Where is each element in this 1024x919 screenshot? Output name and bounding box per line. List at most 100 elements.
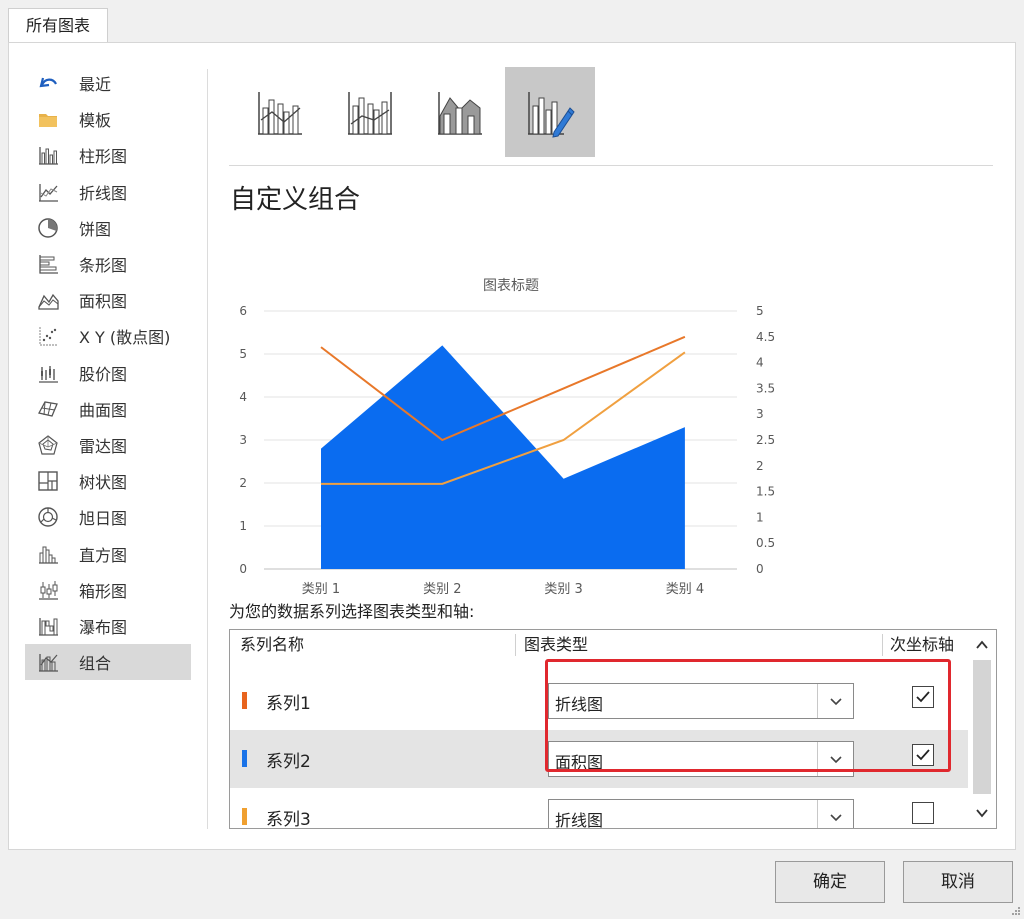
secondary-y-axis-tick-label: 0.5 — [756, 536, 775, 550]
secondary-y-axis-tick-label: 0 — [756, 562, 764, 576]
box-whisker-chart-icon — [35, 577, 61, 603]
chevron-up-icon[interactable] — [975, 638, 989, 652]
sidebar-item-label: 组合 — [79, 654, 112, 674]
sidebar-item-label: 条形图 — [79, 256, 128, 276]
vertical-divider — [207, 69, 208, 829]
sidebar-item-label: 雷达图 — [79, 436, 128, 456]
sidebar-item[interactable]: 旭日图 — [25, 499, 191, 535]
sidebar-item[interactable]: 曲面图 — [25, 391, 191, 427]
checkmark-icon — [916, 691, 930, 703]
chart-type-sidebar: 最近模板柱形图折线图饼图条形图面积图 X Y (散点图) 股价图曲面图雷达图树状图旭… — [25, 65, 191, 681]
sidebar-item[interactable]: 面积图 — [25, 282, 191, 318]
waterfall-chart-icon — [35, 613, 61, 639]
chart-type-value: 面积图 — [555, 753, 604, 772]
chevron-down-icon[interactable] — [975, 806, 989, 820]
series-name: 系列1 — [266, 694, 311, 714]
table-row[interactable]: 系列2 面积图 — [230, 730, 968, 788]
sunburst-chart-icon — [35, 504, 61, 530]
secondary-axis-checkbox[interactable] — [912, 686, 934, 708]
sidebar-item[interactable]: 组合 — [25, 644, 191, 681]
ok-button[interactable]: 确定 — [775, 861, 885, 903]
custom-combination-button[interactable] — [505, 67, 595, 157]
chevron-down-icon — [829, 756, 842, 764]
sidebar-item[interactable]: 雷达图 — [25, 427, 191, 463]
sidebar-item-label: 模板 — [79, 111, 112, 131]
resize-grip-icon[interactable] — [1011, 906, 1021, 916]
table-scrollbar[interactable] — [968, 630, 996, 828]
scroll-thumb[interactable] — [973, 660, 991, 794]
y-axis-tick-label: 1 — [239, 519, 247, 533]
secondary-axis-checkbox[interactable] — [912, 802, 934, 824]
clustered-column-line-secondary-button[interactable] — [325, 67, 415, 157]
y-axis-tick-label: 3 — [239, 433, 247, 447]
dropdown-button[interactable] — [817, 800, 853, 828]
area-chart-icon — [35, 287, 61, 313]
sidebar-item-label: 柱形图 — [79, 147, 128, 167]
sidebar-item[interactable]: 柱形图 — [25, 137, 191, 173]
sidebar-item-label: 瀑布图 — [79, 617, 128, 637]
series-name: 系列3 — [266, 810, 311, 829]
dropdown-button[interactable] — [817, 684, 853, 718]
sidebar-item[interactable]: 折线图 — [25, 174, 191, 210]
sidebar-item[interactable]: 饼图 — [25, 210, 191, 246]
chevron-down-icon — [829, 698, 842, 706]
scatter-chart-icon — [35, 323, 61, 349]
sidebar-item[interactable]: 模板 — [25, 101, 191, 137]
sidebar-item[interactable]: 最近 — [25, 65, 191, 101]
secondary-y-axis-tick-label: 1 — [756, 510, 764, 524]
header-divider — [515, 634, 516, 656]
sidebar-item-label: 直方图 — [79, 545, 128, 565]
sidebar-item[interactable]: 瀑布图 — [25, 608, 191, 644]
checkmark-icon — [916, 749, 930, 761]
dialog-panel: 最近 模板 柱形图 折线图 饼图 条形图 面积图 X Y (散点图) 股价图 曲面图 雷达图 树状图旭… — [8, 42, 1016, 850]
sidebar-item-label: 股价图 — [79, 364, 128, 384]
secondary-y-axis-tick-label: 3 — [756, 407, 764, 421]
chart-title: 图表标题 — [483, 278, 539, 294]
cancel-button[interactable]: 取消 — [903, 861, 1013, 903]
sidebar-item[interactable]: 条形图 — [25, 246, 191, 282]
pie-chart-icon — [35, 215, 61, 241]
chart-preview: 图表标题 0 1 2 3 4 5 6 0 0.5 1 1.5 2 2.5 3 3.5 4 4.5 5 类别 1 类别 2… — [239, 278, 775, 597]
stacked-area-column-button[interactable] — [415, 67, 505, 157]
sidebar-item-label: 旭日图 — [79, 509, 128, 529]
chart-type-select[interactable]: 面积图 — [548, 741, 854, 777]
chart-type-value: 折线图 — [555, 695, 604, 714]
folder-icon — [35, 106, 61, 132]
treemap-chart-icon — [35, 468, 61, 494]
bar-chart-icon — [35, 251, 61, 277]
x-axis-tick-label: 类别 1 — [302, 582, 340, 597]
secondary-y-axis-tick-label: 2.5 — [756, 433, 775, 447]
table-row[interactable]: 系列1 折线图 — [230, 672, 968, 730]
sidebar-item[interactable]: 股价图 — [25, 355, 191, 391]
dropdown-button[interactable] — [817, 742, 853, 776]
clustered-column-line-icon — [258, 92, 302, 135]
histogram-chart-icon — [35, 541, 61, 567]
secondary-y-axis-tick-label: 4 — [756, 356, 764, 370]
series-color-swatch — [242, 750, 247, 767]
sidebar-item[interactable]: 直方图 — [25, 535, 191, 571]
sidebar-item-label: 树状图 — [79, 473, 128, 493]
sidebar-item-label: 曲面图 — [79, 400, 128, 420]
header-secondary-axis: 次坐标轴 — [890, 635, 955, 654]
x-axis-tick-label: 类别 2 — [423, 582, 461, 597]
line-chart-icon — [35, 179, 61, 205]
table-row[interactable]: 系列3 折线图 — [230, 788, 968, 829]
header-series-name: 系列名称 — [240, 635, 305, 654]
stock-chart-icon — [35, 360, 61, 386]
secondary-axis-checkbox[interactable] — [912, 744, 934, 766]
sidebar-item[interactable]: 树状图 — [25, 463, 191, 499]
series-color-swatch — [242, 808, 247, 825]
stacked-area-column-icon — [438, 92, 482, 135]
custom-combination-icon — [528, 92, 575, 138]
sidebar-item[interactable]: X Y (散点图) — [25, 318, 191, 354]
y-axis-tick-label: 2 — [239, 476, 247, 490]
column-chart-icon — [35, 142, 61, 168]
sidebar-item[interactable]: 箱形图 — [25, 572, 191, 608]
chart-type-select[interactable]: 折线图 — [548, 799, 854, 828]
tab-all-charts[interactable]: 所有图表 — [8, 8, 108, 43]
series-color-swatch — [242, 692, 247, 709]
chart-type-select[interactable]: 折线图 — [548, 683, 854, 719]
undo-arrow-icon — [35, 70, 61, 96]
sidebar-item-label: 饼图 — [79, 219, 112, 239]
clustered-column-line-button[interactable] — [235, 67, 325, 157]
